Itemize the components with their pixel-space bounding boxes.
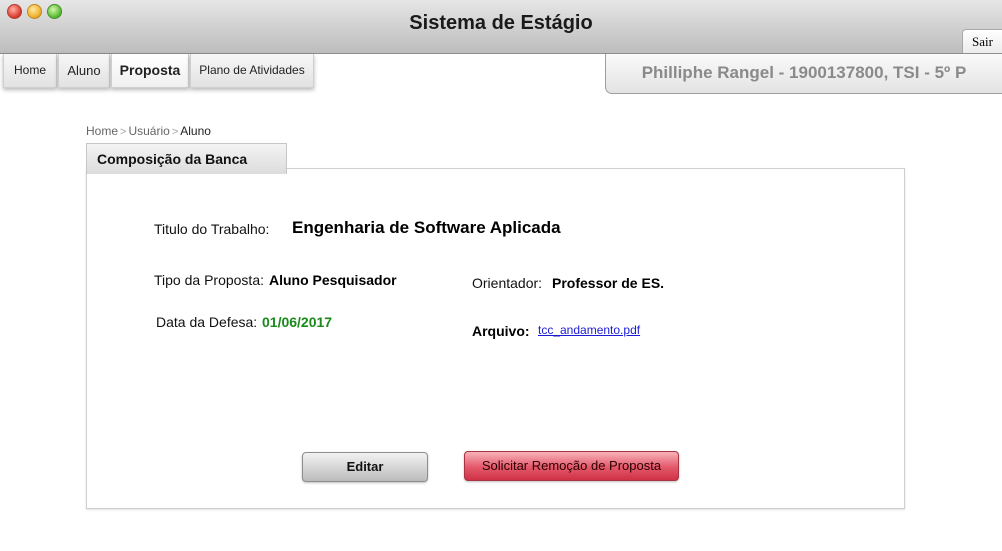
tab-plano-de-atividades[interactable]: Plano de Atividades	[190, 54, 314, 88]
arquivo-label: Arquivo:	[472, 323, 530, 339]
orientador-value: Professor de ES.	[552, 275, 665, 291]
tab-proposta[interactable]: Proposta	[111, 54, 189, 88]
panel-header: Composição da Banca	[86, 143, 287, 174]
data-label: Data da Defesa:	[156, 314, 258, 330]
tab-home[interactable]: Home	[3, 54, 57, 88]
app-title: Sistema de Estágio	[409, 12, 593, 34]
tipo-value: Aluno Pesquisador	[269, 272, 397, 288]
titulo-label: Titulo do Trabalho:	[154, 221, 270, 237]
breadcrumb-usuario[interactable]: Usuário	[128, 124, 169, 138]
tipo-label: Tipo da Proposta:	[154, 272, 264, 288]
titulo-value: Engenharia de Software Aplicada	[292, 218, 561, 237]
breadcrumb-home[interactable]: Home	[86, 124, 118, 138]
user-info-badge: Philliphe Rangel - 1900137800, TSI - 5º …	[605, 54, 1002, 94]
data-value: 01/06/2017	[262, 314, 333, 330]
breadcrumb: Home > Usuário > Aluno	[86, 124, 211, 138]
breadcrumb-separator: >	[120, 126, 127, 138]
window-titlebar: Sistema de Estágio	[0, 0, 1002, 54]
orientador-label: Orientador:	[472, 275, 543, 291]
breadcrumb-aluno: Aluno	[180, 124, 211, 138]
tab-aluno[interactable]: Aluno	[58, 54, 110, 88]
edit-button[interactable]: Editar	[302, 452, 428, 482]
breadcrumb-separator: >	[171, 126, 179, 138]
arquivo-link[interactable]: tcc_andamento.pdf	[538, 323, 640, 337]
logout-button[interactable]: Sair	[962, 29, 1002, 53]
remove-proposal-button[interactable]: Solicitar Remoção de Proposta	[464, 451, 679, 481]
